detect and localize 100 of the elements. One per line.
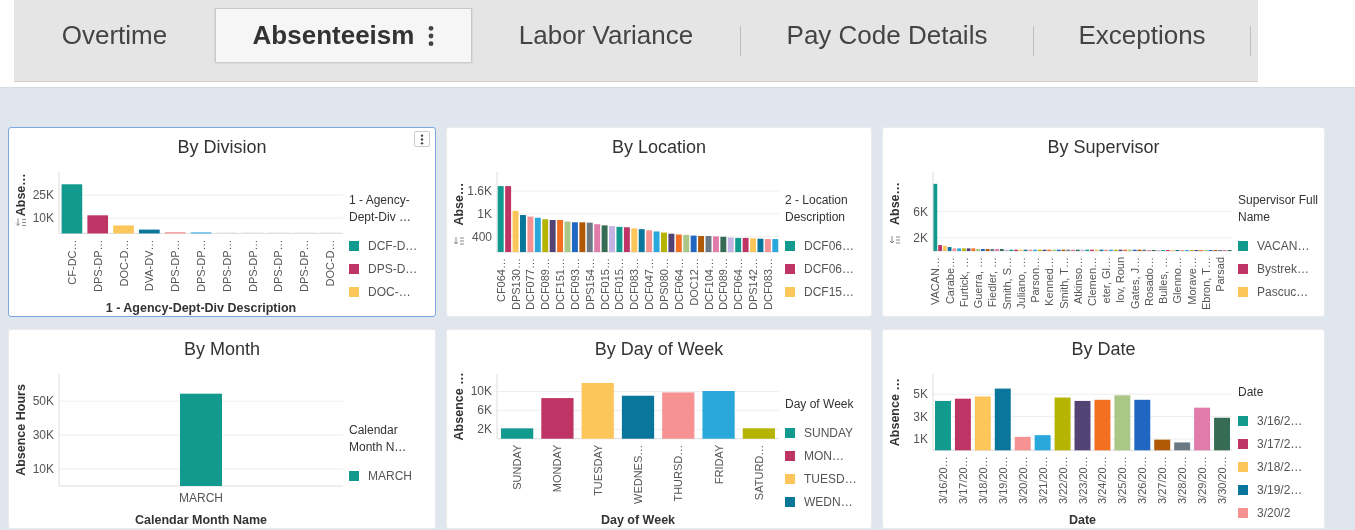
category-label: Morave… [1185,257,1198,305]
legend-label: DOC-… [368,284,411,299]
axis-title: Absence … [452,372,466,441]
legend-label: 3/17/2… [1257,437,1303,451]
category-label: DVA-DV… [143,239,156,292]
tick-label: 10K [470,384,492,399]
category-label: Parsad [1214,257,1227,292]
category-label: SATURD… [752,444,765,501]
drill-icon[interactable] [889,235,901,244]
legend-label: DCF15… [804,284,854,299]
category-label: CF-DC… [65,239,78,285]
category-label: DPS142… [747,258,760,310]
category-label: Ebron, T… [1199,257,1212,310]
category-label: DCF089… [717,258,730,310]
category-label: DCF093… [568,258,581,310]
bar [541,398,574,439]
category-label: 3/25/20… [1116,456,1129,504]
tab[interactable]: Labor Variance [472,8,740,62]
bar [662,392,695,439]
axis-title: Abse… [14,173,28,217]
more-icon [419,133,425,145]
category-label: DCF064… [672,258,685,310]
chart-title: By Month [183,338,260,361]
tick-label: 6K [477,403,492,418]
bar [61,184,83,234]
tick-label: 25K [32,188,54,203]
tab[interactable]: Absenteeism [215,8,472,62]
tick-label: 10K [32,211,54,226]
category-label: DCF077… [524,258,537,310]
category-label: 3/29/20… [1196,456,1209,504]
category-label: DCF083… [761,258,774,310]
tick-label: 10K [32,462,54,477]
tick-label: 6K [913,204,928,219]
more-icon [428,24,435,47]
tick-label: 1K [913,432,928,447]
category-label: 3/22/20… [1056,456,1069,504]
category-label: WEDNES… [632,444,644,504]
tick-label: 400 [471,229,492,244]
bar [974,396,991,451]
bar [581,383,614,439]
chart-title: By Date [1071,338,1136,361]
category-label: Furtick, … [957,257,970,308]
category-label: DCF151… [554,258,567,310]
category-label: DCF064… [732,258,745,310]
category-label: DCF015… [613,258,626,310]
bar [1074,400,1091,451]
axis-title: Absence Hours [14,384,28,476]
category-label: Guerra, … [972,257,985,309]
category-label: DPS-DP… [220,239,233,292]
tick-label: 30K [32,428,54,443]
category-label: Parson… [1029,257,1042,303]
legend-label: VACAN… [1257,238,1310,253]
tab[interactable]: Overtime [14,8,215,62]
tab[interactable]: Pay Code Details [741,8,1033,62]
category-label: DOC12… [687,258,700,306]
legend-label: 3/18/2… [1257,460,1303,474]
category-label: Juliano, … [1014,257,1027,309]
drill-icon[interactable] [453,236,465,245]
legend-label: DCF06… [804,261,854,276]
category-label: 3/30/20… [1216,456,1229,504]
axis-title: Abse… [888,181,902,226]
category-label: DPS080… [657,258,670,310]
category-label: 3/19/20… [996,456,1009,504]
category-label: Fiedler, … [986,257,999,308]
category-label: 3/23/20… [1076,456,1089,504]
legend-label: Pascuc… [1257,284,1309,299]
category-label: 3/21/20… [1036,456,1049,504]
category-label: 3/16/20… [936,456,949,504]
category-label: VACAN… [929,257,942,306]
tab[interactable]: Exceptions [1034,8,1250,62]
bar [935,400,951,451]
category-label: DCF089… [539,258,552,310]
tick-label: 2K [913,230,928,245]
category-label: DOC-D… [117,239,130,287]
axis-title: Day of Week [600,513,676,527]
bar [1134,399,1151,451]
legend-title: Calendar Month N… [349,421,408,456]
legend-label: Bystrek… [1257,261,1309,276]
bar [1034,435,1051,451]
bar [742,428,775,439]
category-label: 3/24/20… [1096,456,1109,504]
legend-label: DCF06… [804,238,854,253]
category-label: 3/20/20… [1016,456,1029,504]
legend-title: 1 - Agency-Dept-Div … [349,191,412,226]
bar [1214,417,1230,451]
chart-title: By Division [177,136,267,159]
axis-title: Date [1068,513,1097,527]
category-label: Glenno… [1171,257,1184,304]
category-label: MONDAY [551,444,564,493]
more-button[interactable] [414,131,430,147]
category-label: TUESDAY [591,444,604,496]
category-label: 3/27/20… [1156,456,1169,504]
axis-title: Calendar Month Name [135,513,267,527]
category-label: Bulles, … [1157,257,1170,305]
bar [954,398,971,451]
legend-label: MON… [804,448,844,463]
bar [113,225,134,234]
category-label: Clemen… [1086,257,1098,306]
category-label: lov, Roun [1114,257,1127,303]
drill-icon[interactable] [15,217,27,226]
